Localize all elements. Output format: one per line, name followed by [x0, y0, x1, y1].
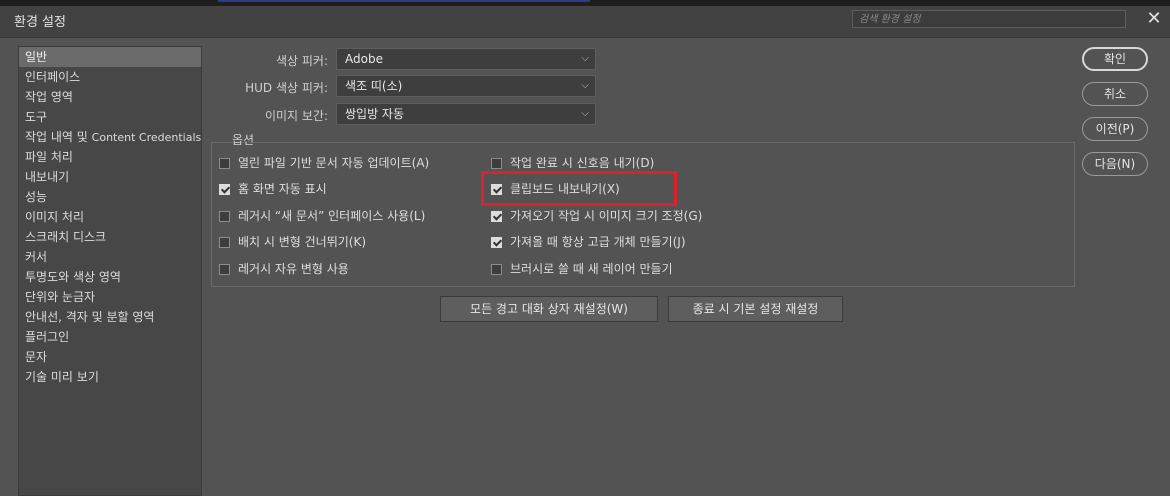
sidebar-item-tech-previews[interactable]: 기술 미리 보기: [19, 367, 201, 387]
color-picker-label: 색상 피커:: [275, 54, 328, 68]
sidebar-item-performance[interactable]: 성능: [19, 187, 201, 207]
option-legacy-new-doc[interactable]: 레거시 “새 문서” 인터페이스 사용(L): [219, 207, 425, 225]
sidebar-item-image-processing[interactable]: 이미지 처리: [19, 207, 201, 227]
checkbox-checked[interactable]: [219, 184, 230, 195]
option-label: 가져올 때 항상 고급 개체 만들기(J): [510, 235, 686, 249]
options-group-title: 옵션: [232, 133, 255, 147]
next-button[interactable]: 다음(N): [1082, 152, 1148, 176]
option-smart-objects-on-place[interactable]: 가져올 때 항상 고급 개체 만들기(J): [491, 233, 686, 251]
sidebar-item-cursors[interactable]: 커서: [19, 247, 201, 267]
color-picker-value: Adobe: [345, 52, 383, 66]
checkbox[interactable]: [491, 158, 502, 169]
sidebar-item-history-label: 작업 내역 및: [25, 130, 92, 144]
option-label: 레거시 “새 문서” 인터페이스 사용(L): [238, 209, 426, 223]
option-label: 열린 파일 기반 문서 자동 업데이트(A): [238, 156, 430, 170]
sidebar-item-general[interactable]: 일반: [19, 47, 201, 67]
sidebar-item-history[interactable]: 작업 내역 및 Content Credentials: [19, 127, 201, 147]
hud-picker-select[interactable]: 색조 띠(소) ⌵: [336, 75, 596, 97]
checkbox[interactable]: [219, 211, 230, 222]
option-legacy-free-transform[interactable]: 레거시 자유 변형 사용: [219, 260, 349, 278]
color-picker-select[interactable]: Adobe ⌵: [336, 48, 596, 70]
checkbox[interactable]: [491, 264, 502, 275]
sidebar-item-file-handling[interactable]: 파일 처리: [19, 147, 201, 167]
reset-warnings-button[interactable]: 모든 경고 대화 상자 재설정(W): [440, 296, 658, 322]
highlight-box: [481, 171, 677, 206]
option-label: 작업 완료 시 신호음 내기(D): [510, 156, 655, 170]
sidebar-item-history-latin: Content Credentials: [91, 131, 201, 144]
hud-picker-value: 색조 띠(소): [345, 79, 403, 93]
option-label: 홈 화면 자동 표시: [238, 182, 327, 196]
option-label: 배치 시 변형 건너뛰기(K): [238, 235, 367, 249]
option-auto-update-docs[interactable]: 열린 파일 기반 문서 자동 업데이트(A): [219, 154, 429, 172]
option-resize-on-place[interactable]: 가져오기 작업 시 이미지 크기 조정(G): [491, 207, 702, 225]
sidebar-item-plugins[interactable]: 플러그인: [19, 327, 201, 347]
sidebar-item-export[interactable]: 내보내기: [19, 167, 201, 187]
chevron-down-icon: ⌵: [581, 53, 589, 64]
sidebar-item-tools[interactable]: 도구: [19, 107, 201, 127]
cancel-button[interactable]: 취소: [1082, 82, 1148, 106]
search-input[interactable]: 검색 환경 설정: [852, 10, 1126, 28]
interpolation-value: 쌍입방 자동: [345, 107, 405, 121]
sidebar-item-scratch-disks[interactable]: 스크래치 디스크: [19, 227, 201, 247]
option-new-layer-brush[interactable]: 브러시로 쓸 때 새 레이어 만들기: [491, 260, 673, 278]
chevron-down-icon: ⌵: [581, 80, 589, 91]
checkbox-checked[interactable]: [491, 237, 502, 248]
option-label: 브러시로 쓸 때 새 레이어 만들기: [510, 262, 673, 276]
sidebar-item-interface[interactable]: 인터페이스: [19, 67, 201, 87]
option-auto-show-home[interactable]: 홈 화면 자동 표시: [219, 180, 327, 198]
sidebar: 일반 인터페이스 작업 영역 도구 작업 내역 및 Content Creden…: [18, 46, 202, 496]
title-bar: 환경 설정 검색 환경 설정 ✕: [0, 0, 1170, 38]
option-label: 레거시 자유 변형 사용: [238, 262, 349, 276]
option-label: 가져오기 작업 시 이미지 크기 조정(G): [510, 209, 703, 223]
ok-button[interactable]: 확인: [1082, 47, 1148, 71]
prev-button[interactable]: 이전(P): [1082, 117, 1148, 141]
sidebar-item-transparency[interactable]: 투명도와 색상 영역: [19, 267, 201, 287]
window-title: 환경 설정: [14, 15, 66, 30]
checkbox[interactable]: [219, 264, 230, 275]
title-bar-accent: [218, 0, 590, 2]
sidebar-item-units-rulers[interactable]: 단위와 눈금자: [19, 287, 201, 307]
checkbox-checked[interactable]: [491, 211, 502, 222]
option-skip-transform[interactable]: 배치 시 변형 건너뛰기(K): [219, 233, 366, 251]
sidebar-item-workspace[interactable]: 작업 영역: [19, 87, 201, 107]
chevron-down-icon: ⌵: [581, 108, 589, 119]
interpolation-select[interactable]: 쌍입방 자동 ⌵: [336, 103, 596, 125]
checkbox[interactable]: [219, 158, 230, 169]
reset-on-quit-button[interactable]: 종료 시 기본 설정 재설정: [668, 296, 843, 322]
interpolation-label: 이미지 보간:: [264, 109, 328, 123]
checkbox[interactable]: [219, 237, 230, 248]
hud-picker-label: HUD 색상 피커:: [245, 81, 328, 95]
sidebar-item-guides-grid[interactable]: 안내선, 격자 및 분할 영역: [19, 307, 201, 327]
option-beep-when-done[interactable]: 작업 완료 시 신호음 내기(D): [491, 154, 654, 172]
sidebar-item-type[interactable]: 문자: [19, 347, 201, 367]
close-icon[interactable]: ✕: [1144, 9, 1164, 29]
